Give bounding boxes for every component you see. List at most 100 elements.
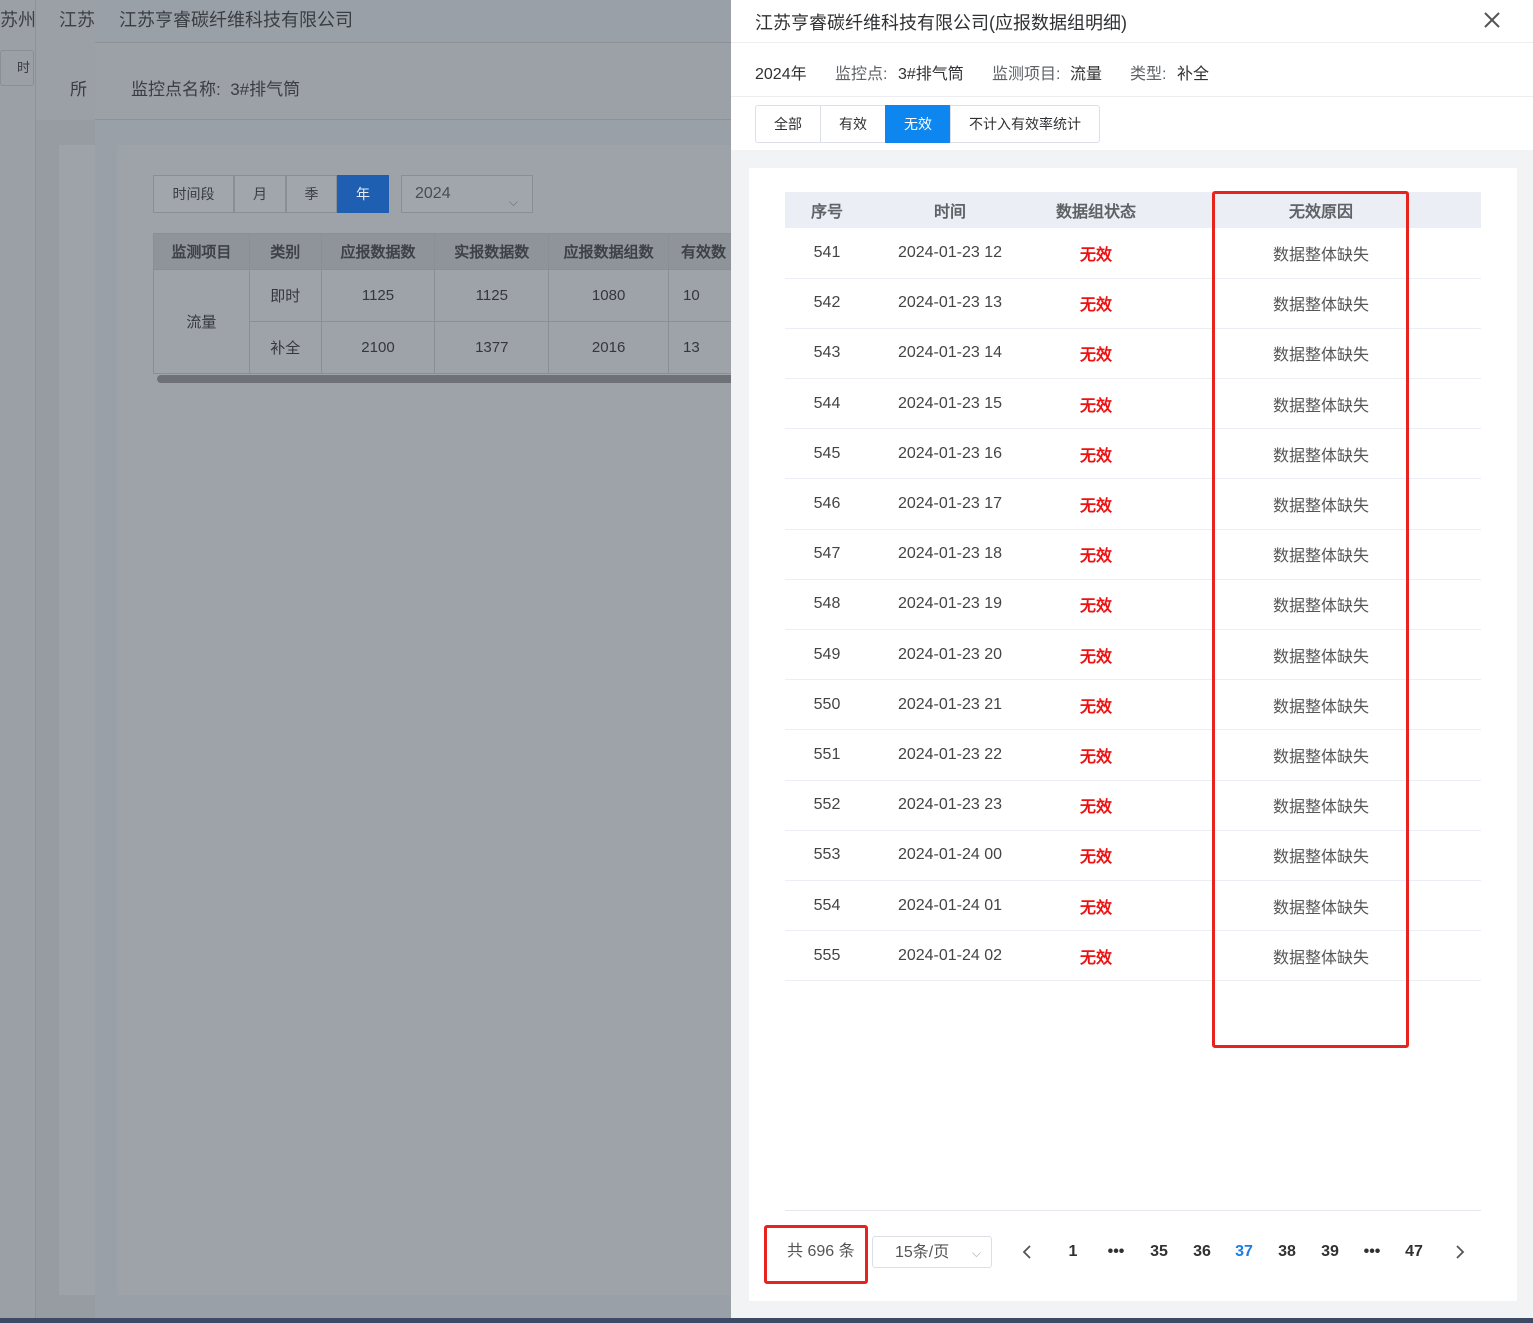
cell-seq: 555 bbox=[785, 930, 869, 982]
bg-table-header: 监测项目 bbox=[153, 233, 250, 270]
bg-table-cell: 2100 bbox=[320, 321, 436, 374]
close-icon[interactable] bbox=[1481, 9, 1503, 31]
bg-table-cell: 2016 bbox=[548, 321, 670, 374]
cell-status: 无效 bbox=[1031, 278, 1161, 329]
page-ellipsis[interactable]: ••• bbox=[1354, 1236, 1390, 1268]
cell-time: 2024-01-23 19 bbox=[869, 579, 1031, 631]
page-number[interactable]: 39 bbox=[1312, 1236, 1348, 1268]
bg-table-cell: 即时 bbox=[248, 269, 322, 322]
page-number-current[interactable]: 37 bbox=[1226, 1236, 1262, 1268]
cell-seq: 550 bbox=[785, 679, 869, 731]
page-ellipsis[interactable]: ••• bbox=[1098, 1236, 1134, 1268]
cell-seq: 544 bbox=[785, 378, 869, 430]
bg-table-item: 流量 bbox=[153, 269, 250, 374]
col-header-time: 时间 bbox=[869, 192, 1031, 228]
cell-time: 2024-01-23 21 bbox=[869, 679, 1031, 731]
cell-time: 2024-01-24 01 bbox=[869, 880, 1031, 932]
cell-time: 2024-01-23 15 bbox=[869, 378, 1031, 430]
cell-time: 2024-01-23 16 bbox=[869, 428, 1031, 480]
bg-table-header: 实报数据数 bbox=[434, 233, 550, 270]
cell-status: 无效 bbox=[1031, 880, 1161, 932]
cell-status: 无效 bbox=[1031, 780, 1161, 831]
bg-crumb-2: 江苏 bbox=[59, 10, 95, 30]
bg-crumb-1: 苏州 bbox=[0, 10, 36, 30]
cell-time: 2024-01-24 02 bbox=[869, 930, 1031, 982]
tab-all[interactable]: 全部 bbox=[755, 105, 821, 143]
bottom-bar bbox=[0, 1318, 1533, 1323]
detail-drawer: 江苏亨睿碳纤维科技有限公司(应报数据组明细) 2024年 监控点: 3#排气筒 … bbox=[731, 0, 1533, 1318]
bg-horizontal-scrollbar bbox=[157, 375, 747, 383]
drawer-title: 江苏亨睿碳纤维科技有限公司(应报数据组明细) bbox=[755, 13, 1127, 33]
bg-summary-table: 监测项目 类别 应报数据数 实报数据数 应报数据组数 有效数 流量 即时 112… bbox=[153, 233, 743, 374]
highlight-box-total bbox=[764, 1225, 868, 1284]
bg-table-header: 类别 bbox=[248, 233, 322, 270]
cell-status: 无效 bbox=[1031, 328, 1161, 380]
drawer-tabs-bar: 全部 有效 无效 不计入有效率统计 bbox=[731, 96, 1533, 150]
tab-valid[interactable]: 有效 bbox=[820, 105, 886, 143]
info-item-value: 流量 bbox=[1070, 66, 1103, 83]
cell-seq: 548 bbox=[785, 579, 869, 631]
cell-seq: 554 bbox=[785, 880, 869, 932]
chevron-down-icon: ⌵ bbox=[508, 195, 518, 209]
info-type-label: 类型: bbox=[1130, 66, 1167, 83]
bg-strip-1 bbox=[0, 0, 36, 1323]
bg-strip-label: 所 bbox=[70, 80, 87, 99]
tab-invalid[interactable]: 无效 bbox=[885, 105, 951, 143]
prev-page-icon[interactable] bbox=[1013, 1236, 1041, 1268]
bg-table-cell: 1125 bbox=[320, 269, 436, 322]
status-tabs: 全部 有效 无效 不计入有效率统计 bbox=[755, 105, 1100, 143]
cell-seq: 547 bbox=[785, 529, 869, 580]
cell-seq: 549 bbox=[785, 629, 869, 681]
cell-status: 无效 bbox=[1031, 629, 1161, 681]
col-header-seq: 序号 bbox=[785, 192, 869, 228]
col-header-status: 数据组状态 bbox=[1031, 192, 1161, 228]
bg-table-header: 应报数据组数 bbox=[548, 233, 670, 270]
cell-seq: 542 bbox=[785, 278, 869, 329]
cell-seq: 546 bbox=[785, 478, 869, 530]
page-number[interactable]: 38 bbox=[1269, 1236, 1305, 1268]
chevron-down-icon: ⌵ bbox=[971, 1246, 981, 1260]
page-number[interactable]: 1 bbox=[1055, 1236, 1091, 1268]
bg-panel-title: 江苏亨睿碳纤维科技有限公司 bbox=[119, 10, 353, 30]
page-number[interactable]: 36 bbox=[1184, 1236, 1220, 1268]
cell-time: 2024-01-23 14 bbox=[869, 328, 1031, 380]
cell-status: 无效 bbox=[1031, 930, 1161, 982]
cell-time: 2024-01-23 12 bbox=[869, 228, 1031, 279]
cell-status: 无效 bbox=[1031, 529, 1161, 580]
bg-period-tab: 季 bbox=[286, 175, 337, 213]
info-point-value: 3#排气筒 bbox=[898, 66, 964, 83]
drawer-info-bar: 2024年 监控点: 3#排气筒 监测项目: 流量 类型: 补全 bbox=[731, 42, 1533, 96]
cell-status: 无效 bbox=[1031, 729, 1161, 781]
bg-table-cell: 1125 bbox=[434, 269, 550, 322]
bg-period-tab: 月 bbox=[234, 175, 286, 213]
bg-strip-card bbox=[59, 145, 96, 1295]
bg-table-header: 应报数据数 bbox=[320, 233, 436, 270]
cell-time: 2024-01-24 00 bbox=[869, 830, 1031, 881]
bg-strip-button: 时 bbox=[0, 50, 34, 86]
page-size-select[interactable]: 15条/页 ⌵ bbox=[872, 1236, 992, 1268]
cell-time: 2024-01-23 22 bbox=[869, 729, 1031, 781]
cell-seq: 551 bbox=[785, 729, 869, 781]
page-number[interactable]: 35 bbox=[1141, 1236, 1177, 1268]
info-year: 2024年 bbox=[755, 66, 807, 83]
cell-status: 无效 bbox=[1031, 228, 1161, 279]
cell-status: 无效 bbox=[1031, 830, 1161, 881]
cell-status: 无效 bbox=[1031, 428, 1161, 480]
bg-table-cell: 1377 bbox=[434, 321, 550, 374]
cell-status: 无效 bbox=[1031, 679, 1161, 731]
cell-time: 2024-01-23 20 bbox=[869, 629, 1031, 681]
tab-excluded[interactable]: 不计入有效率统计 bbox=[950, 105, 1100, 143]
footer-divider bbox=[785, 1210, 1481, 1211]
cell-status: 无效 bbox=[1031, 579, 1161, 631]
highlight-box-reason-column bbox=[1212, 191, 1409, 1048]
cell-seq: 545 bbox=[785, 428, 869, 480]
next-page-icon[interactable] bbox=[1446, 1236, 1474, 1268]
cell-seq: 541 bbox=[785, 228, 869, 279]
background-panel: 江苏亨睿碳纤维科技有限公司 监控点名称: 3#排气筒 时间段 月 季 年 202… bbox=[95, 0, 747, 1323]
cell-seq: 553 bbox=[785, 830, 869, 881]
cell-seq: 543 bbox=[785, 328, 869, 380]
drawer-header: 江苏亨睿碳纤维科技有限公司(应报数据组明细) bbox=[731, 0, 1533, 42]
bg-table-cell: 补全 bbox=[248, 321, 322, 374]
page-number[interactable]: 47 bbox=[1396, 1236, 1432, 1268]
info-item-label: 监测项目: bbox=[992, 66, 1061, 83]
